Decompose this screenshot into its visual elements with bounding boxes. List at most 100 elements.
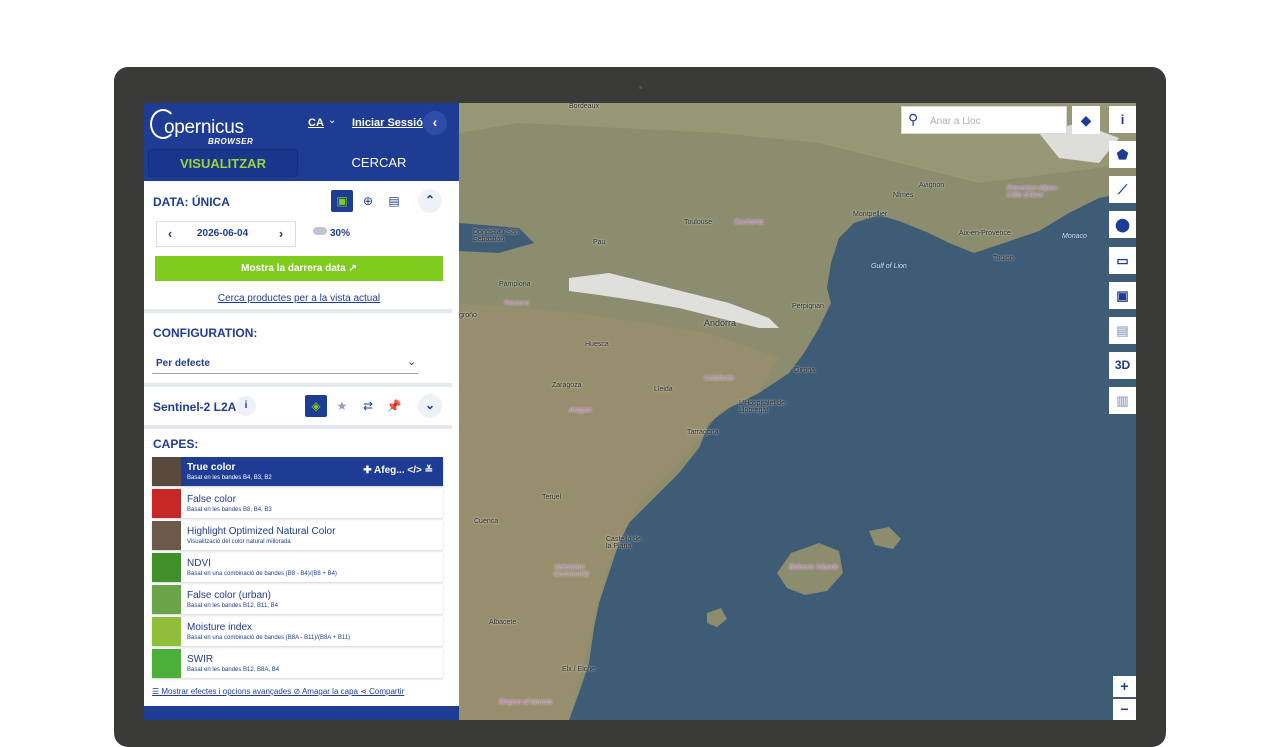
map-label: Occitania <box>734 219 764 226</box>
star-icon[interactable]: ★ <box>331 395 353 417</box>
single-date-icon[interactable]: ▣ <box>331 190 353 212</box>
cloud-icon <box>313 227 327 235</box>
map-label: Valencian Community <box>554 564 590 578</box>
layer-description: Basat en una combinació de bandes (B8 - … <box>187 571 337 577</box>
map-label: Aix-en-Provence <box>959 230 1011 237</box>
section-divider <box>144 383 452 387</box>
map-label: groño <box>459 312 477 319</box>
layer-thumbnail <box>152 649 181 678</box>
location-pin-icon[interactable]: ⬤ <box>1109 211 1136 238</box>
map-label: Monaco <box>1062 233 1087 240</box>
layer-item[interactable]: True color Basat en les bandes B4, B3, B… <box>152 457 443 486</box>
map-label: Castelló de la Plana <box>606 536 642 550</box>
camera-dot <box>639 86 642 89</box>
map-label: Teruel <box>542 494 562 501</box>
chevron-down-icon[interactable]: ⌄ <box>407 355 416 368</box>
info-icon[interactable]: i <box>1109 106 1136 133</box>
layer-actions[interactable]: ✚ Afeg... </> ≚ <box>363 465 433 476</box>
map-label: Avignon <box>919 182 945 189</box>
map-label: Lleida <box>654 386 673 393</box>
login-link[interactable]: Iniciar Sessió <box>352 117 423 129</box>
image-download-icon[interactable]: ▣ <box>1109 282 1136 309</box>
layer-description: Basat en les bandes B12, B11, B4 <box>187 603 278 609</box>
search-products-link[interactable]: Cerca productes per a la vista actual <box>144 293 454 304</box>
histogram-chart-icon[interactable]: ▥ <box>1109 387 1136 414</box>
layer-item[interactable]: False color Basat en les bandes B8, B4, … <box>152 489 443 518</box>
map-label: Andorra <box>704 318 737 328</box>
location-search-input[interactable]: Anar a Lloc <box>930 116 981 127</box>
map-label: Perpignan <box>792 303 824 310</box>
map-label: Toulouse <box>684 219 713 226</box>
map-label: Region of Murcia <box>499 699 552 706</box>
tab-visualize[interactable]: VISUALITZAR <box>148 149 298 177</box>
section-divider <box>144 309 452 313</box>
configuration-select[interactable]: Per defecte <box>156 358 210 369</box>
map-label: Navarre <box>504 300 529 307</box>
map-label: Catalonia <box>704 375 734 382</box>
map-label: Toulon <box>993 255 1014 262</box>
layer-name: Moisture index <box>187 622 253 633</box>
zoom-in-button[interactable]: + <box>1113 676 1136 697</box>
map-label: Cuenca <box>474 518 499 525</box>
map-label: Albacete <box>489 619 517 626</box>
zoom-out-button[interactable]: − <box>1113 699 1136 720</box>
chevron-down-icon[interactable]: ⌄ <box>328 115 336 126</box>
configuration-title: CONFIGURATION: <box>153 326 258 340</box>
3d-view-button[interactable]: 3D <box>1109 352 1136 379</box>
advanced-options-links[interactable]: ☰ Mostrar efectes i opcions avançades ⊘ … <box>152 687 404 696</box>
map-view[interactable]: Bordeaux Toulouse Occitania Montpellier … <box>459 103 1136 720</box>
ruler-icon[interactable]: ▭ <box>1109 247 1136 274</box>
location-search[interactable]: ⚲ Anar a Lloc <box>901 106 1067 134</box>
layer-item[interactable]: SWIR Basat en les bandes B12, B8A, B4 <box>152 649 443 678</box>
previous-date-icon[interactable]: ‹ <box>161 225 179 243</box>
layer-name: False color (urban) <box>187 590 271 601</box>
pin-icon[interactable]: 📌 <box>383 395 405 417</box>
tab-search[interactable]: CERCAR <box>304 149 454 177</box>
language-select[interactable]: CA <box>308 117 324 129</box>
logo-subtitle: BROWSER <box>208 137 254 146</box>
date-value[interactable]: 2026-06-04 <box>197 228 248 239</box>
layer-thumbnail <box>152 457 181 486</box>
globe-icon[interactable]: ⊕ <box>357 190 379 212</box>
map-label: Girona <box>794 367 816 374</box>
show-latest-date-button[interactable]: Mostra la darrera data ↗ <box>155 256 443 281</box>
layer-thumbnail <box>152 489 181 518</box>
layer-item[interactable]: False color (urban) Basat en les bandes … <box>152 585 443 614</box>
layer-item[interactable]: Moisture index Basat en una combinació d… <box>152 617 443 646</box>
map-label: Zaragoza <box>552 382 582 389</box>
map-label: Balearic Islands <box>789 564 839 571</box>
map-label: Gulf of Lion <box>871 263 907 270</box>
timespan-calendar-icon[interactable]: ▤ <box>383 190 405 212</box>
map-label: Donostia / San Sebastián <box>473 229 519 243</box>
layer-description: Basat en les bandes B4, B3, B2 <box>187 475 272 481</box>
next-date-icon[interactable]: › <box>272 225 290 243</box>
layer-thumbnail <box>152 521 181 550</box>
collapse-sidebar-button[interactable]: ‹ <box>423 111 447 135</box>
layers-title: CAPES: <box>153 437 199 451</box>
layer-thumbnail <box>152 585 181 614</box>
layer-item[interactable]: Highlight Optimized Natural Color Visual… <box>152 521 443 550</box>
layer-thumbnail <box>152 617 181 646</box>
layers-icon[interactable]: ◈ <box>305 395 327 417</box>
map-label: Nîmes <box>893 192 914 199</box>
layer-item[interactable]: NDVI Basat en una combinació de bandes (… <box>152 553 443 582</box>
timelapse-film-icon[interactable]: ▤ <box>1109 317 1136 344</box>
basemap-layers-icon[interactable]: ◆ <box>1072 106 1100 134</box>
configuration-underline <box>152 373 418 374</box>
layer-description: Visualització del color natural millorad… <box>187 539 291 545</box>
map-label: Aragon <box>569 407 592 414</box>
map-label: Huesca <box>585 341 609 348</box>
collapse-date-button[interactable]: ⌃ <box>418 189 442 213</box>
compare-icon[interactable]: ⇄ <box>357 395 379 417</box>
map-label: Elx / Elche <box>562 666 596 673</box>
dataset-info-icon[interactable]: i <box>236 396 256 416</box>
date-picker[interactable]: ‹ 2026-06-04 › <box>156 221 296 247</box>
layer-name: True color <box>187 462 236 473</box>
layer-name: Highlight Optimized Natural Color <box>187 526 336 537</box>
sidebar-footer <box>144 706 459 720</box>
layer-name: NDVI <box>187 558 211 569</box>
line-draw-icon[interactable]: ⟋ <box>1109 176 1136 203</box>
polygon-icon[interactable]: ⬟ <box>1109 141 1136 168</box>
map-label: Montpellier <box>853 211 888 218</box>
collapse-dataset-button[interactable]: ⌄ <box>418 394 442 418</box>
